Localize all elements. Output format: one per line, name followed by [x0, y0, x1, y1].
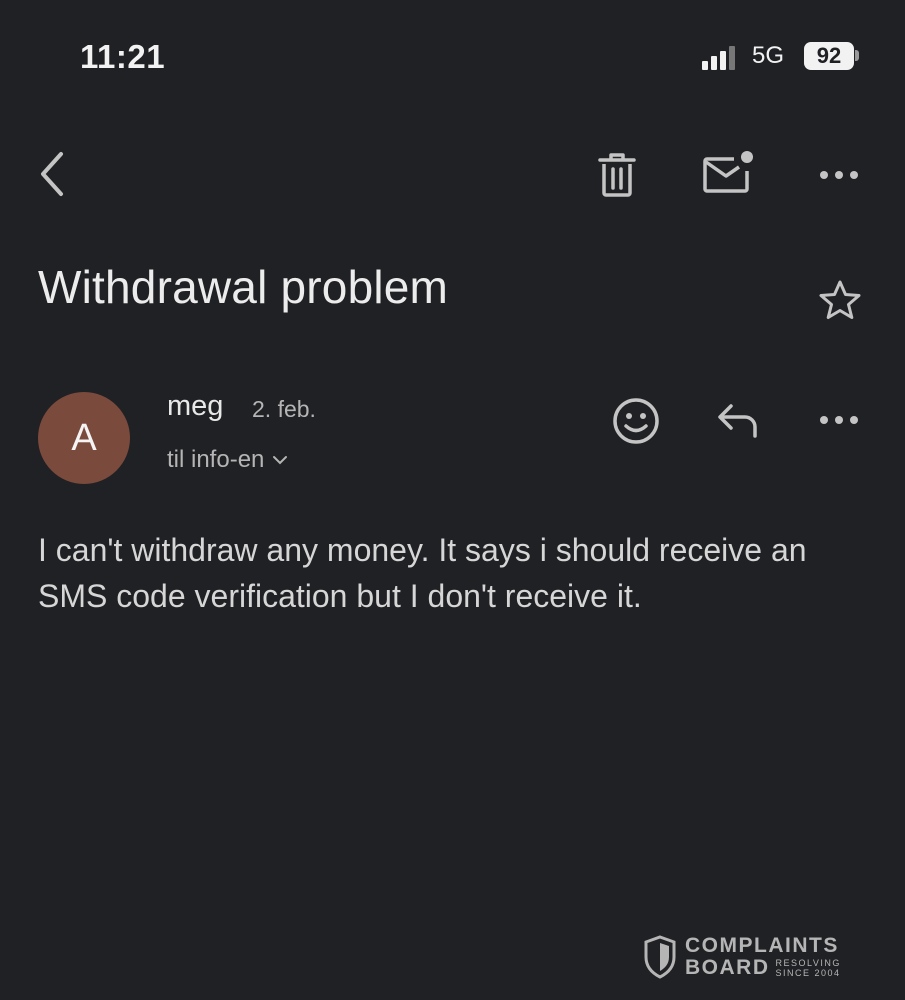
signal-strength-icon: [702, 46, 735, 70]
watermark-line1: COMPLAINTS: [685, 934, 839, 957]
mark-unread-button[interactable]: [700, 148, 758, 198]
star-icon: [819, 280, 861, 319]
more-horizontal-icon: [820, 171, 858, 179]
network-type: 5G: [752, 42, 785, 69]
mail-unread-icon: [703, 151, 753, 193]
watermark-tag1: RESOLVING: [775, 958, 841, 968]
recipient-label: til info-en: [167, 446, 265, 473]
battery-tip: [855, 50, 859, 61]
reply-icon: [718, 404, 757, 438]
add-reaction-button[interactable]: [610, 395, 662, 447]
avatar[interactable]: A: [38, 392, 130, 484]
battery-level: 92: [804, 42, 854, 70]
recipient-details[interactable]: til info-en: [167, 446, 288, 474]
watermark-tag2: SINCE 2004: [775, 968, 841, 978]
message-more-button[interactable]: [815, 405, 863, 435]
email-date: 2. feb.: [252, 396, 316, 422]
trash-icon: [598, 153, 636, 197]
delete-button[interactable]: [592, 150, 642, 200]
sender-name: meg: [167, 390, 224, 422]
emoji-icon: [613, 398, 659, 444]
star-button[interactable]: [815, 276, 865, 324]
watermark-line2: BOARD: [685, 956, 770, 979]
chevron-down-icon: [273, 456, 288, 465]
email-body: I can't withdraw any money. It says i sh…: [38, 532, 807, 614]
chevron-left-icon: [41, 152, 63, 196]
more-options-button[interactable]: [815, 160, 863, 190]
shield-icon: [644, 935, 676, 979]
back-button[interactable]: [30, 148, 74, 200]
email-subject: Withdrawal problem: [38, 261, 449, 313]
more-horizontal-icon: [820, 416, 858, 424]
reply-button[interactable]: [712, 398, 764, 442]
watermark: COMPLAINTS BOARD RESOLVING SINCE 2004: [643, 935, 841, 979]
status-time: 11:21: [80, 38, 166, 75]
